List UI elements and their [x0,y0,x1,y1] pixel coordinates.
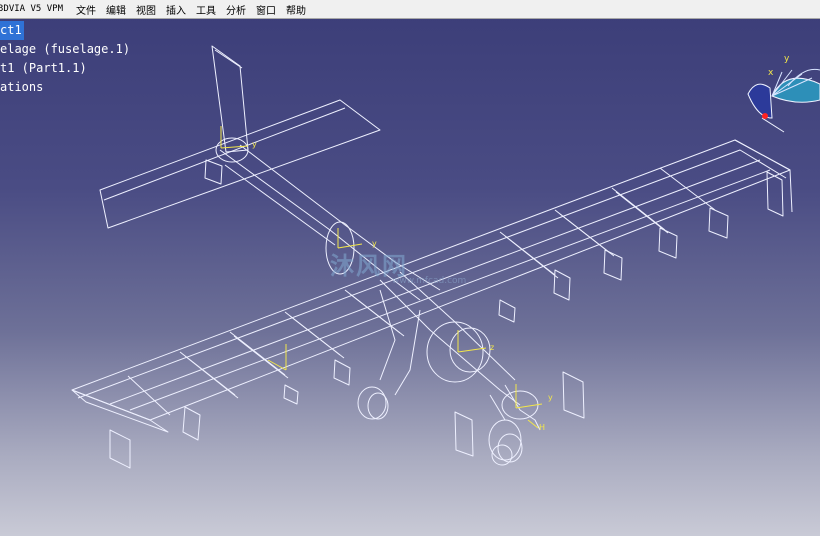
aircraft-wireframe [71,45,793,469]
compass-icon[interactable]: x y [742,48,820,148]
tree-item-label: ations [0,80,44,94]
svg-text:y: y [548,393,553,402]
svg-text:H: H [539,423,545,432]
menu-help[interactable]: 帮助 [281,2,311,17]
tree-item-applications[interactable]: ations [0,78,130,97]
app-title: 3DVIA V5 VPM [0,4,64,14]
compass-x-label: x [768,68,774,78]
tree-item-label: elage (fuselage.1) [0,42,131,56]
tree-item-label: t1 (Part1.1) [0,61,87,75]
menu-tools[interactable]: 工具 [191,2,221,17]
menu-edit[interactable]: 编辑 [101,2,131,17]
tree-item-part1[interactable]: t1 (Part1.1) [0,59,130,78]
specification-tree: ct1 elage (fuselage.1) t1 (Part1.1) atio… [0,21,130,97]
svg-text:z: z [490,343,494,352]
menu-analysis[interactable]: 分析 [221,2,251,17]
menu-insert[interactable]: 插入 [161,2,191,17]
svg-text:y: y [252,140,257,149]
menu-view[interactable]: 视图 [131,2,161,17]
watermark-url: www.mfcad.com [392,276,467,286]
tree-item-fuselage[interactable]: elage (fuselage.1) [0,40,130,59]
menu-window[interactable]: 窗口 [251,2,281,17]
tree-item-root[interactable]: ct1 [0,21,130,40]
menu-file[interactable]: 文件 [71,2,101,17]
compass-y-label: y [784,54,790,64]
menu-bar: 3DVIA V5 VPM 文件 编辑 视图 插入 工具 分析 窗口 帮助 [0,0,820,19]
tree-item-label: ct1 [0,21,24,40]
